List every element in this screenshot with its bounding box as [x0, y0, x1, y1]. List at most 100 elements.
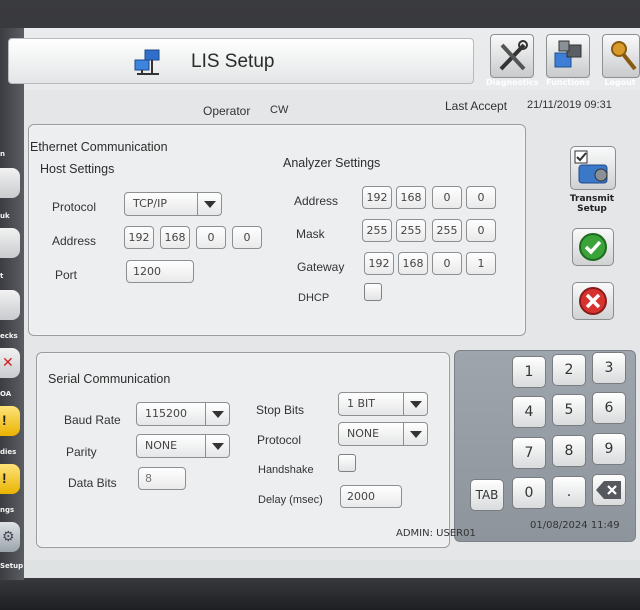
bezel-bottom: [0, 578, 640, 610]
setup-button[interactable]: ⚙: [0, 522, 20, 552]
functions-button[interactable]: [546, 34, 590, 78]
last-accept-label: Last Accept: [445, 99, 508, 113]
left-tool-button[interactable]: ✕: [0, 348, 20, 378]
cancel-button[interactable]: [572, 282, 614, 320]
left-strip-label: ngs: [0, 506, 15, 514]
warning-button[interactable]: !: [0, 464, 20, 494]
parity-value: NONE: [145, 439, 178, 452]
diagnostics-button[interactable]: [490, 34, 534, 78]
gear-icon: ⚙: [2, 528, 15, 544]
key-5[interactable]: 5: [552, 394, 586, 426]
left-tool-strip: n uk t ecks ✕ OA ! dies ! ngs ⚙ Setup: [0, 28, 24, 580]
host-address-octet-3[interactable]: 0: [196, 226, 226, 249]
serial-section-title: Serial Communication: [48, 372, 171, 386]
analyzer-address-octet-3[interactable]: 0: [432, 186, 462, 209]
baud-rate-value: 115200: [145, 407, 187, 420]
dhcp-label: DHCP: [298, 292, 330, 304]
host-address-octet-4[interactable]: 0: [232, 226, 262, 249]
tab-key[interactable]: TAB: [470, 479, 504, 511]
gateway-octet-3[interactable]: 0: [432, 252, 462, 275]
stop-bits-value: 1 BIT: [347, 397, 376, 410]
key-decimal[interactable]: .: [552, 476, 586, 508]
serial-protocol-select[interactable]: NONE: [338, 422, 428, 446]
handshake-label: Handshake: [258, 464, 314, 476]
analyzer-address-octet-4[interactable]: 0: [466, 186, 496, 209]
data-bits-label: Data Bits: [68, 476, 117, 490]
mask-octet-3[interactable]: 255: [432, 219, 462, 242]
chevron-down-icon: [403, 393, 427, 415]
chevron-down-icon: [197, 193, 221, 215]
functions-label: Functions: [546, 78, 590, 87]
host-settings-title: Host Settings: [40, 162, 115, 176]
serial-protocol-value: NONE: [347, 427, 380, 440]
analyzer-address-label: Address: [294, 194, 339, 208]
left-tool-button[interactable]: [0, 168, 20, 198]
delay-label: Delay (msec): [258, 494, 323, 506]
gateway-octet-4[interactable]: 1: [466, 252, 496, 275]
network-icon: [134, 49, 160, 75]
delay-field[interactable]: 2000: [340, 485, 402, 508]
logout-label: Logout: [604, 78, 636, 87]
host-address-octet-1[interactable]: 192: [124, 226, 154, 249]
data-bits-field[interactable]: 8: [138, 467, 186, 490]
transmit-icon: [574, 150, 608, 184]
parity-select[interactable]: NONE: [136, 434, 230, 458]
title-bar: LIS Setup: [8, 38, 474, 84]
key-2[interactable]: 2: [552, 354, 586, 386]
warning-icon: !: [2, 412, 7, 428]
chevron-down-icon: [403, 423, 427, 445]
mask-octet-2[interactable]: 255: [396, 219, 426, 242]
gateway-octet-1[interactable]: 192: [364, 252, 394, 275]
warning-button[interactable]: !: [0, 406, 20, 436]
serial-protocol-label: Protocol: [257, 433, 302, 447]
x-icon: ✕: [2, 354, 14, 370]
stop-bits-select[interactable]: 1 BIT: [338, 392, 428, 416]
mask-octet-1[interactable]: 255: [362, 219, 392, 242]
gateway-octet-2[interactable]: 168: [398, 252, 428, 275]
left-strip-label: t: [0, 272, 4, 280]
key-8[interactable]: 8: [552, 435, 586, 467]
handshake-checkbox[interactable]: [338, 454, 356, 472]
key-0[interactable]: 0: [512, 477, 546, 509]
dhcp-checkbox[interactable]: [364, 283, 382, 301]
left-tool-button[interactable]: [0, 228, 20, 258]
left-tool-button[interactable]: [0, 290, 20, 320]
functions-icon: [554, 40, 582, 68]
analyzer-settings-title: Analyzer Settings: [283, 156, 381, 170]
key-4[interactable]: 4: [512, 396, 546, 428]
host-protocol-label: Protocol: [52, 200, 97, 214]
host-address-octet-2[interactable]: 168: [160, 226, 190, 249]
logged-in-user: ADMIN: USER01: [396, 528, 476, 539]
baud-rate-select[interactable]: 115200: [136, 402, 230, 426]
key-7[interactable]: 7: [512, 437, 546, 469]
warning-icon: !: [2, 470, 7, 486]
operator-value: CW: [270, 104, 289, 116]
left-strip-label: OA: [0, 390, 12, 398]
key-6[interactable]: 6: [592, 392, 626, 424]
key-3[interactable]: 3: [592, 352, 626, 384]
host-protocol-select[interactable]: TCP/IP: [124, 192, 222, 216]
accept-button[interactable]: [572, 228, 614, 266]
analyzer-address-octet-2[interactable]: 168: [396, 186, 426, 209]
transmit-setup-button[interactable]: [570, 146, 616, 190]
baud-rate-label: Baud Rate: [64, 413, 121, 427]
analyzer-address-octet-1[interactable]: 192: [362, 186, 392, 209]
logout-button[interactable]: [602, 34, 640, 78]
ethernet-section-title: Ethernet Communication: [30, 140, 168, 154]
left-strip-label: uk: [0, 212, 10, 220]
left-strip-label: dies: [0, 448, 17, 456]
key-9[interactable]: 9: [592, 433, 626, 465]
key-1[interactable]: 1: [512, 356, 546, 388]
backspace-key[interactable]: [592, 474, 626, 506]
diagnostics-label: Diagnostics: [486, 78, 539, 87]
parity-label: Parity: [66, 445, 97, 459]
host-protocol-value: TCP/IP: [133, 197, 167, 210]
chevron-down-icon: [205, 435, 229, 457]
port-field[interactable]: 1200: [126, 260, 194, 283]
key-icon: [611, 41, 637, 71]
left-strip-label: Setup: [0, 562, 24, 570]
transmit-setup-label: Transmit Setup: [569, 194, 615, 214]
port-label: Port: [55, 268, 78, 282]
mask-octet-4[interactable]: 0: [466, 219, 496, 242]
backspace-icon: [596, 481, 621, 499]
